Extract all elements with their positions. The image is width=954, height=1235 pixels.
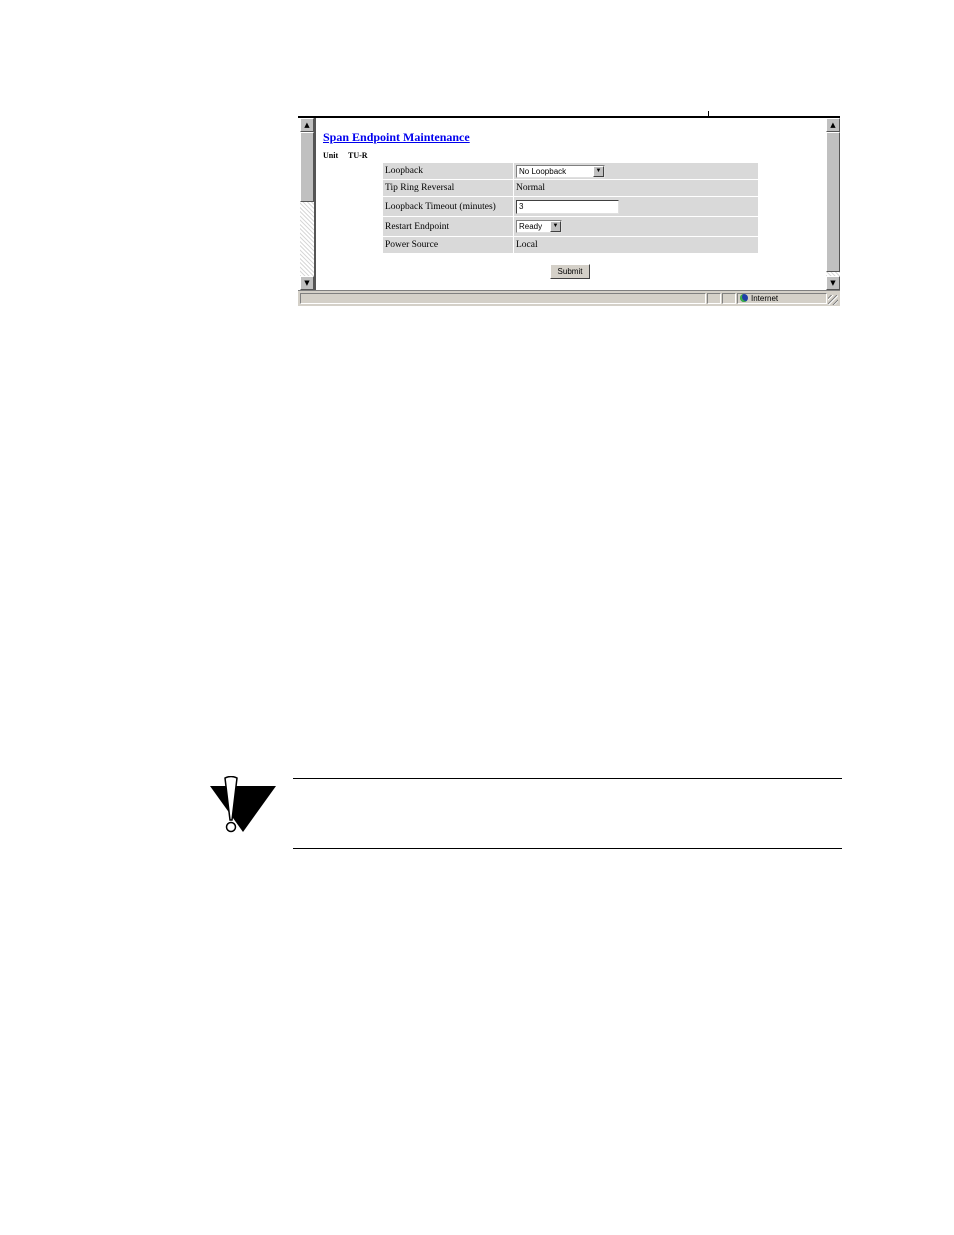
scroll-thumb[interactable] bbox=[300, 132, 314, 202]
chevron-down-icon[interactable]: ▼ bbox=[550, 221, 561, 232]
row-value-cell: 3 bbox=[513, 196, 759, 217]
warning-top-rule bbox=[293, 778, 842, 779]
tip-ring-reversal-value: Normal bbox=[513, 179, 759, 197]
restart-endpoint-select[interactable]: Ready ▼ bbox=[516, 220, 562, 233]
status-text-panel bbox=[300, 293, 706, 304]
table-row-loopback-timeout: Loopback Timeout (minutes) 3 bbox=[382, 196, 759, 217]
row-label: Loopback Timeout (minutes) bbox=[382, 196, 514, 217]
unit-label: Unit bbox=[323, 151, 339, 160]
left-frame-scrollbar[interactable]: ▲ ▼ bbox=[300, 118, 316, 290]
loopback-timeout-input[interactable]: 3 bbox=[516, 199, 619, 214]
restart-endpoint-select-value: Ready bbox=[519, 222, 543, 231]
scroll-down-arrow-icon[interactable]: ▼ bbox=[300, 276, 314, 290]
page-content: Span Endpoint Maintenance Unit TU-R Loop… bbox=[316, 118, 826, 290]
loopback-select[interactable]: No Loopback ▼ bbox=[516, 164, 605, 178]
table-row-loopback: Loopback No Loopback ▼ bbox=[382, 162, 759, 180]
status-panel bbox=[707, 293, 721, 304]
browser-status-bar: Internet bbox=[298, 290, 840, 306]
warning-bottom-rule bbox=[293, 848, 842, 849]
security-zone-label: Internet bbox=[751, 294, 779, 303]
submit-button[interactable]: Submit bbox=[550, 264, 590, 279]
scroll-thumb[interactable] bbox=[826, 132, 840, 272]
table-row-restart-endpoint: Restart Endpoint Ready ▼ bbox=[382, 216, 759, 237]
status-panel bbox=[722, 293, 736, 304]
loopback-select-value: No Loopback bbox=[519, 166, 567, 176]
resize-grip-icon[interactable] bbox=[828, 295, 838, 305]
page-title[interactable]: Span Endpoint Maintenance bbox=[323, 130, 470, 145]
unit-row: Unit TU-R bbox=[323, 151, 376, 160]
right-page-scrollbar[interactable]: ▲ ▼ bbox=[826, 118, 840, 290]
chevron-down-icon[interactable]: ▼ bbox=[593, 165, 604, 177]
unit-value: TU-R bbox=[347, 151, 368, 160]
globe-icon bbox=[740, 294, 748, 302]
table-row-power-source: Power Source Local bbox=[382, 236, 759, 254]
endpoint-parameters-table: Loopback No Loopback ▼ Tip Ring Reversal… bbox=[382, 162, 759, 254]
frame-tick-mark bbox=[708, 111, 709, 117]
row-value-cell: Ready ▼ bbox=[513, 216, 759, 237]
scroll-down-arrow-icon[interactable]: ▼ bbox=[826, 276, 840, 290]
row-label: Loopback bbox=[382, 162, 514, 180]
row-label: Restart Endpoint bbox=[382, 216, 514, 237]
power-source-value: Local bbox=[513, 236, 759, 254]
row-label: Tip Ring Reversal bbox=[382, 179, 514, 197]
table-row-tip-ring-reversal: Tip Ring Reversal Normal bbox=[382, 179, 759, 197]
row-value-cell: No Loopback ▼ bbox=[513, 162, 759, 180]
warning-exclamation-icon bbox=[210, 776, 276, 833]
scroll-up-arrow-icon[interactable]: ▲ bbox=[826, 118, 840, 132]
browser-screenshot: ▲ ▼ Span Endpoint Maintenance Unit TU-R … bbox=[298, 111, 840, 306]
security-zone: Internet bbox=[740, 293, 778, 304]
row-label: Power Source bbox=[382, 236, 514, 254]
scroll-up-arrow-icon[interactable]: ▲ bbox=[300, 118, 314, 132]
